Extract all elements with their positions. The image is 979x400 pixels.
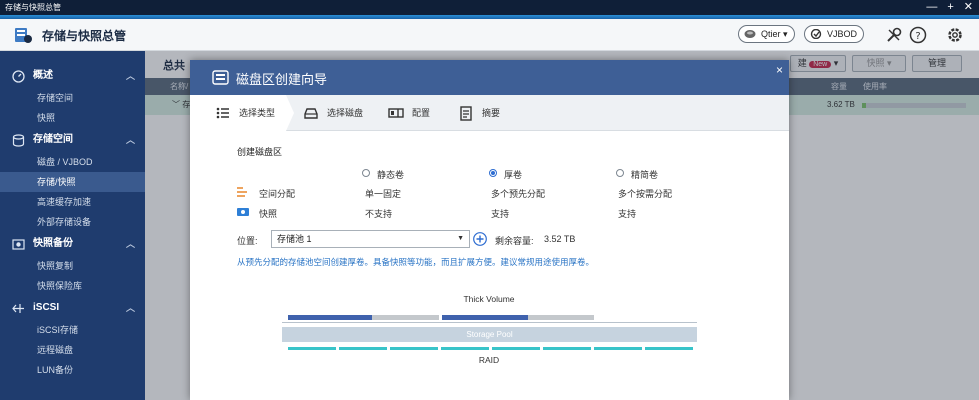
sidebar-item-cache-acceleration[interactable]: 高速缓存加速: [0, 192, 145, 212]
volume-used-segment-1: [288, 315, 372, 320]
volume-icon: [212, 70, 229, 85]
radio-static-volume[interactable]: [362, 169, 370, 177]
step-configure[interactable]: 配置: [388, 95, 430, 131]
app-title: 存储与快照总管: [42, 29, 127, 43]
free-capacity-value: 3.52 TB: [544, 234, 576, 244]
sidebar-item-lun-backup[interactable]: LUN备份: [0, 360, 145, 380]
collapse-chevron-icon[interactable]: ︿: [126, 130, 135, 150]
snapshot-backup-icon: [12, 239, 25, 250]
step-select-type[interactable]: 选择类型: [215, 95, 275, 131]
list-icon: [216, 107, 229, 119]
volume-creation-wizard: 磁盘区创建向导 × 选择类型 选择磁盘 配置 摘要 创建磁盘区 静态卷 厚卷 精…: [190, 60, 789, 400]
sidebar-section-overview[interactable]: 概述 ︿: [0, 66, 145, 86]
raid-segment: [390, 347, 438, 350]
allocation-icon: [237, 187, 247, 197]
storage-pool-select[interactable]: 存储池 1 ▼: [271, 230, 470, 248]
pool-top-line: [282, 322, 697, 323]
raid-segment: [288, 347, 336, 350]
allocation-label: 空间分配: [259, 189, 296, 199]
sidebar-item-snapshot-vault[interactable]: 快照保险库: [0, 276, 145, 296]
sidebar: 概述 ︿ 存储空间 快照 存储空间 ︿ 磁盘 / VJBOD 存储/快照 高速缓存加…: [0, 51, 145, 400]
thin-snapshot: 支持: [618, 209, 637, 219]
vjbod-label: VJBOD: [827, 29, 858, 39]
free-capacity-label: 剩余容量:: [495, 236, 534, 246]
dropdown-arrow-icon: ▼: [457, 235, 464, 242]
option-thick-volume-label[interactable]: 厚卷: [504, 168, 522, 181]
vjbod-icon: [810, 29, 822, 39]
dialog-header: 磁盘区创建向导 ×: [190, 60, 789, 95]
maximize-icon[interactable]: +: [947, 0, 953, 14]
storage-pool-bar: Storage Pool: [282, 327, 697, 342]
wizard-steps: 选择类型 选择磁盘 配置 摘要: [190, 95, 789, 131]
volume-free-segment-1: [372, 315, 439, 320]
sidebar-item-disks-vjbod[interactable]: 磁盘 / VJBOD: [0, 152, 145, 172]
volume-free-segment-2: [528, 315, 594, 320]
raid-label: RAID: [478, 355, 500, 365]
thick-snapshot: 支持: [491, 209, 510, 219]
summary-icon: [460, 106, 472, 121]
database-icon: [12, 134, 25, 147]
close-window-icon[interactable]: ✕: [964, 0, 973, 14]
window-title: 存储与快照总管: [5, 3, 61, 12]
raid-segment: [339, 347, 387, 350]
sidebar-section-storage[interactable]: 存储空间 ︿: [0, 130, 145, 150]
vjbod-button[interactable]: VJBOD: [804, 25, 865, 43]
option-static-volume-label[interactable]: 静态卷: [377, 168, 404, 181]
static-snapshot: 不支持: [365, 209, 393, 219]
qtier-label: Qtier: [761, 29, 781, 39]
snapshot-label: 快照: [259, 209, 278, 219]
static-allocation: 单一固定: [365, 189, 402, 199]
add-pool-icon[interactable]: [473, 232, 487, 246]
storage-logo-icon: [15, 28, 32, 43]
sidebar-item-remote-disk[interactable]: 远程磁盘: [0, 340, 145, 360]
raid-segment: [441, 347, 489, 350]
step-select-disks[interactable]: 选择磁盘: [303, 95, 363, 131]
settings-gear-icon[interactable]: [946, 26, 964, 44]
sidebar-item-snapshot[interactable]: 快照: [0, 108, 145, 128]
thick-allocation: 多个预先分配: [491, 189, 546, 199]
sidebar-item-external-storage[interactable]: 外部存储设备: [0, 212, 145, 232]
section-title: 创建磁盘区: [237, 147, 283, 157]
option-thin-volume-label[interactable]: 精简卷: [631, 168, 658, 181]
raid-segment: [492, 347, 540, 350]
radio-thick-volume[interactable]: [489, 169, 497, 177]
raid-segment: [594, 347, 642, 350]
location-label: 位置:: [237, 236, 258, 246]
configure-icon: [388, 108, 404, 118]
collapse-chevron-icon[interactable]: ︿: [126, 298, 135, 318]
disk-icon: [304, 108, 318, 119]
raid-segment: [645, 347, 693, 350]
raid-segment: [543, 347, 591, 350]
collapse-chevron-icon[interactable]: ︿: [126, 66, 135, 86]
minimize-icon[interactable]: —: [926, 0, 937, 14]
window-title-bar: 存储与快照总管 — + ✕: [0, 0, 979, 15]
snapshot-camera-icon: [237, 208, 249, 216]
collapse-chevron-icon[interactable]: ︿: [126, 234, 135, 254]
overview-icon: [12, 70, 25, 83]
sidebar-item-storage-snapshot[interactable]: 存储/快照: [0, 172, 145, 192]
qtier-icon: [744, 30, 756, 38]
app-header: 存储与快照总管 Qtier ▾ VJBOD ?: [0, 19, 979, 51]
thick-volume-hint: 从预先分配的存储池空间创建厚卷。具备快照等功能，而且扩展方便。建议常规用途使用厚…: [237, 257, 595, 267]
close-icon[interactable]: ×: [776, 63, 783, 77]
iscsi-icon: [12, 304, 24, 313]
sidebar-item-snapshot-replica[interactable]: 快照复制: [0, 256, 145, 276]
tools-icon[interactable]: [885, 26, 903, 44]
radio-thin-volume[interactable]: [616, 169, 624, 177]
step-summary[interactable]: 摘要: [458, 95, 500, 131]
diagram-title: Thick Volume: [463, 294, 515, 304]
help-icon[interactable]: ?: [909, 26, 927, 44]
qtier-button[interactable]: Qtier ▾: [738, 25, 795, 43]
dialog-title: 磁盘区创建向导: [236, 72, 328, 87]
sidebar-section-snapshot-backup[interactable]: 快照备份 ︿: [0, 234, 145, 254]
svg-text:?: ?: [915, 31, 920, 42]
sidebar-section-iscsi[interactable]: iSCSI ︿: [0, 298, 145, 318]
volume-used-segment-2: [442, 315, 528, 320]
thin-allocation: 多个按需分配: [618, 189, 673, 199]
sidebar-item-storage-space[interactable]: 存储空间: [0, 88, 145, 108]
sidebar-item-iscsi-storage[interactable]: iSCSI存储: [0, 320, 145, 340]
